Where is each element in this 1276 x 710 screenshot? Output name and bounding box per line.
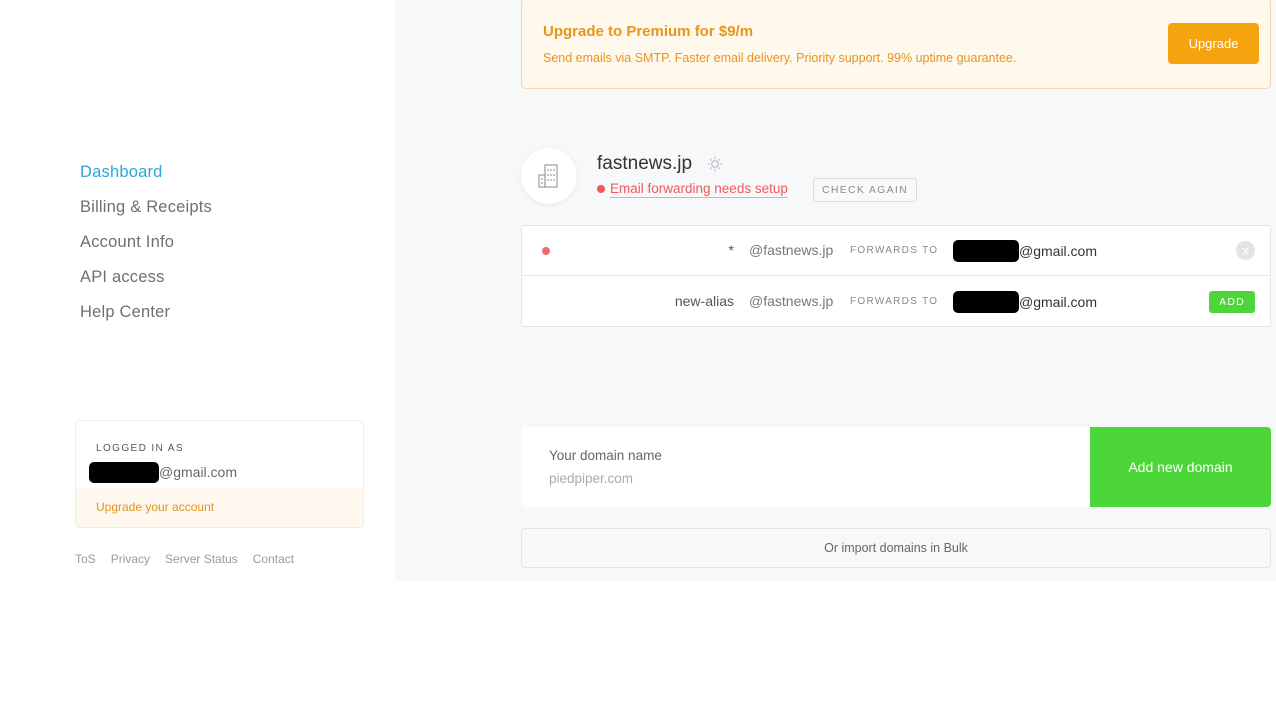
account-email: @gmail.com <box>89 461 237 483</box>
redacted-email-username <box>89 461 159 483</box>
alias-name: * <box>728 242 734 258</box>
footer-link-tos[interactable]: ToS <box>75 552 96 566</box>
add-alias-button[interactable]: ADD <box>1209 291 1255 313</box>
forward-target[interactable]: @gmail.com <box>953 291 1097 313</box>
sidebar: Dashboard Billing & Receipts Account Inf… <box>0 0 395 581</box>
upgrade-strip: Upgrade your account <box>76 488 363 527</box>
alias-domain: @fastnews.jp <box>749 293 834 309</box>
row-status-dot <box>542 247 550 255</box>
bulk-import-button[interactable]: Or import domains in Bulk <box>521 528 1271 568</box>
logged-in-label: LOGGED IN AS <box>96 443 184 454</box>
forward-target-suffix: @gmail.com <box>1019 294 1098 310</box>
upgrade-account-link[interactable]: Upgrade your account <box>96 500 214 514</box>
upgrade-button[interactable]: Upgrade <box>1168 23 1259 64</box>
table-row: new-alias @fastnews.jp FORWARDS TO @gmai… <box>522 277 1270 327</box>
footer-links: ToS Privacy Server Status Contact <box>75 552 294 566</box>
status-error-dot <box>597 185 605 193</box>
redacted-target-username <box>953 240 1019 262</box>
check-again-button[interactable]: CHECK AGAIN <box>813 178 917 202</box>
domain-header: fastnews.jp Email forwarding needs setup… <box>521 148 1271 208</box>
premium-banner-description: Send emails via SMTP. Faster email deliv… <box>543 51 1017 65</box>
domain-avatar <box>521 148 577 204</box>
footer-link-contact[interactable]: Contact <box>253 552 294 566</box>
premium-banner: Upgrade to Premium for $9/m Send emails … <box>521 0 1271 89</box>
forwards-to-label: FORWARDS TO <box>850 245 939 256</box>
app-root: Dashboard Billing & Receipts Account Inf… <box>0 0 1276 710</box>
table-row: * @fastnews.jp FORWARDS TO @gmail.com x <box>522 226 1270 276</box>
sidebar-item-api-access[interactable]: API access <box>80 267 212 302</box>
redacted-target-username <box>953 291 1019 313</box>
add-new-domain-button[interactable]: Add new domain <box>1090 427 1271 507</box>
forward-target-suffix: @gmail.com <box>1019 243 1098 259</box>
footer-link-server-status[interactable]: Server Status <box>165 552 238 566</box>
building-icon <box>538 164 558 188</box>
forward-target: @gmail.com <box>953 240 1097 262</box>
alias-name[interactable]: new-alias <box>675 293 734 309</box>
sidebar-item-account-info[interactable]: Account Info <box>80 232 212 267</box>
sidebar-item-dashboard[interactable]: Dashboard <box>80 162 212 197</box>
sidebar-item-billing[interactable]: Billing & Receipts <box>80 197 212 232</box>
footer-link-privacy[interactable]: Privacy <box>111 552 150 566</box>
sidebar-nav: Dashboard Billing & Receipts Account Inf… <box>80 162 212 337</box>
sidebar-item-help-center[interactable]: Help Center <box>80 302 212 337</box>
domain-name-label: Your domain name <box>549 448 662 463</box>
forwards-to-label: FORWARDS TO <box>850 296 939 307</box>
add-domain-form: Your domain name Add new domain <box>521 427 1271 507</box>
main-content: Upgrade to Premium for $9/m Send emails … <box>395 0 1276 581</box>
close-icon[interactable]: x <box>1236 241 1255 260</box>
domain-name-input[interactable] <box>549 469 1049 487</box>
forwarding-status-link[interactable]: Email forwarding needs setup <box>610 181 788 198</box>
account-card: LOGGED IN AS @gmail.com Upgrade your acc… <box>75 420 364 528</box>
domain-name: fastnews.jp <box>597 153 693 174</box>
account-email-suffix: @gmail.com <box>159 464 238 480</box>
alias-domain: @fastnews.jp <box>749 242 834 258</box>
premium-banner-title: Upgrade to Premium for $9/m <box>543 23 754 40</box>
alias-table: * @fastnews.jp FORWARDS TO @gmail.com x … <box>521 225 1271 327</box>
gear-icon[interactable] <box>706 155 724 173</box>
